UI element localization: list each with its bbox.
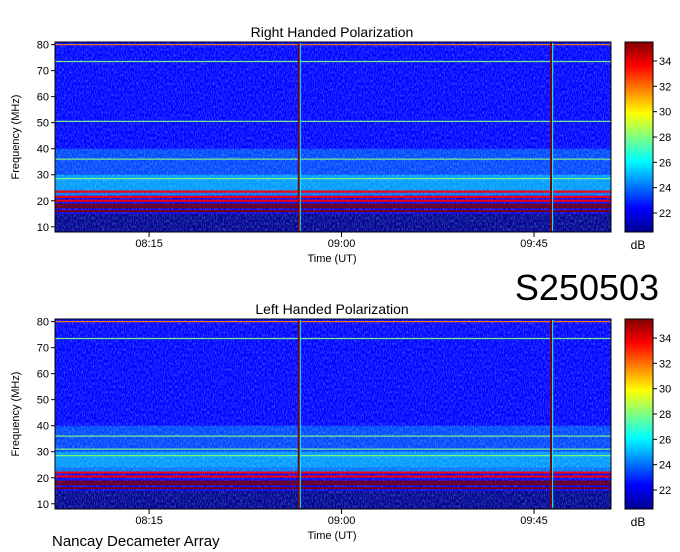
y-tick-label: 20 [37, 473, 49, 485]
y-tick-label: 60 [37, 92, 49, 104]
y-tick-label: 50 [37, 395, 49, 407]
observation-id: S250503 [515, 267, 659, 308]
right-colorbar-label: dB [631, 238, 646, 252]
y-tick-label: 70 [37, 343, 49, 355]
x-tick-label: 09:45 [520, 515, 548, 527]
colorbar-tick-label: 32 [659, 81, 671, 93]
right-panel-title: Right Handed Polarization [251, 24, 414, 40]
y-tick-label: 10 [37, 222, 49, 234]
x-tick-label: 09:00 [328, 515, 356, 527]
spectrogram-speckle [55, 319, 611, 509]
right-polarization-panel: Right Handed Polarization 10 20 30 40 50 60 70… [10, 24, 671, 265]
right-y-axis-label: Frequency (MHz) [10, 95, 22, 180]
colorbar-tick-label: 22 [659, 208, 671, 220]
spectrogram-speckle [55, 42, 611, 232]
left-colorbar-ticks: 22 24 26 28 30 32 34 [653, 333, 671, 497]
colorbar-tick-label: 26 [659, 434, 671, 446]
right-colorbar [624, 41, 654, 233]
right-x-axis: 08:15 09:00 09:45 [135, 232, 548, 250]
colorbar-tick-label: 30 [659, 107, 671, 119]
colorbar-tick-label: 28 [659, 132, 671, 144]
colorbar-tick-label: 28 [659, 409, 671, 421]
y-tick-label: 30 [37, 170, 49, 182]
right-colorbar-ticks: 22 24 26 28 30 32 34 [653, 56, 671, 220]
left-spectrogram [55, 319, 611, 509]
left-panel-title: Left Handed Polarization [255, 301, 408, 317]
right-x-axis-label: Time (UT) [307, 253, 356, 265]
left-polarization-panel: Left Handed Polarization 10 20 30 40 50 60 70 8… [10, 301, 671, 542]
spectrogram-figure: Right Handed Polarization 10 20 30 40 50 60 70… [10, 24, 671, 550]
left-colorbar-label: dB [631, 515, 646, 529]
footer-caption: Nancay Decameter Array [52, 533, 220, 550]
y-tick-label: 20 [37, 196, 49, 208]
x-tick-label: 08:15 [135, 238, 163, 250]
colorbar-tick-label: 30 [659, 384, 671, 396]
y-tick-label: 50 [37, 118, 49, 130]
colorbar-tick-label: 22 [659, 485, 671, 497]
right-y-axis: 10 20 30 40 50 60 70 80 [37, 40, 55, 234]
left-colorbar [624, 318, 654, 510]
x-tick-label: 09:45 [520, 238, 548, 250]
colorbar-tick-label: 24 [659, 460, 671, 472]
colorbar-tick-label: 24 [659, 183, 671, 195]
left-x-axis-label: Time (UT) [307, 530, 356, 542]
colorbar-tick-label: 26 [659, 157, 671, 169]
colorbar-tick-label: 34 [659, 56, 671, 68]
y-tick-label: 70 [37, 66, 49, 78]
left-y-axis: 10 20 30 40 50 60 70 80 [37, 317, 55, 511]
x-tick-label: 08:15 [135, 515, 163, 527]
left-y-axis-label: Frequency (MHz) [10, 372, 22, 457]
y-tick-label: 80 [37, 317, 49, 329]
y-tick-label: 40 [37, 421, 49, 433]
y-tick-label: 80 [37, 40, 49, 52]
colorbar-tick-label: 32 [659, 358, 671, 370]
y-tick-label: 60 [37, 369, 49, 381]
right-spectrogram [55, 42, 611, 232]
y-tick-label: 30 [37, 447, 49, 459]
y-tick-label: 40 [37, 144, 49, 156]
colorbar-tick-label: 34 [659, 333, 671, 345]
y-tick-label: 10 [37, 499, 49, 511]
left-x-axis: 08:15 09:00 09:45 [135, 509, 548, 527]
x-tick-label: 09:00 [328, 238, 356, 250]
